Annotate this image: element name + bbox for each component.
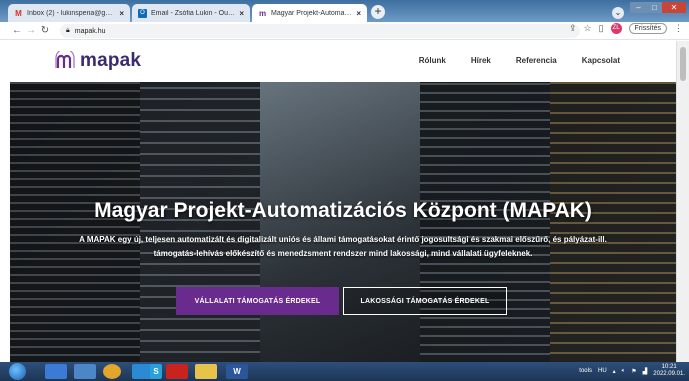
taskbar-app-s[interactable]: S xyxy=(150,364,162,379)
tab-label: Magyar Projekt-Automatizációs xyxy=(271,9,352,17)
chevron-up-icon[interactable]: ▴ xyxy=(613,368,616,375)
close-window-icon[interactable]: ✕ xyxy=(662,2,686,13)
taskbar-app-media[interactable] xyxy=(45,364,67,379)
site-header: mapak Rólunk Hírek Referencia Kapcsolat xyxy=(0,41,676,82)
nav-item-kapcsolat[interactable]: Kapcsolat xyxy=(582,56,620,65)
reload-icon[interactable]: ↻ xyxy=(38,25,52,36)
outlook-icon: O xyxy=(138,8,147,18)
minimize-icon[interactable]: – xyxy=(630,2,647,13)
hero-title: Magyar Projekt-Automatizációs Központ (M… xyxy=(94,199,592,222)
taskbar-app-word[interactable]: W xyxy=(226,364,248,379)
new-tab-button[interactable]: + xyxy=(371,5,385,19)
forward-icon[interactable]: → xyxy=(24,25,38,36)
network-icon[interactable]: ▟ xyxy=(643,368,648,375)
close-icon[interactable]: × xyxy=(239,9,244,18)
nav-item-referencia[interactable]: Referencia xyxy=(516,56,557,65)
maximize-icon[interactable]: □ xyxy=(647,2,662,13)
mapak-icon: m xyxy=(258,8,267,18)
browser-toolbar: ← → ↻ 🔒︎ mapak.hu ⇪ ☆ ▯ ZL Frissítés ⋮ xyxy=(0,22,689,40)
system-tray: tools HU ▴ 🔈︎ ⚑ ▟ 10:21 2022.09.01. xyxy=(579,364,685,378)
bookmark-star-icon[interactable]: ☆ xyxy=(584,23,592,34)
avatar[interactable]: ZL xyxy=(610,23,622,34)
tab-mapak[interactable]: m Magyar Projekt-Automatizációs × xyxy=(252,4,367,22)
nav-item-hirek[interactable]: Hírek xyxy=(471,56,491,65)
clock[interactable]: 10:21 2022.09.01. xyxy=(653,364,685,378)
mapak-logo-icon xyxy=(55,51,75,68)
residential-support-button[interactable]: LAKOSSÁGI TÁMOGATÁS ÉRDEKEL xyxy=(343,287,507,315)
main-nav: Rólunk Hírek Referencia Kapcsolat xyxy=(419,56,620,65)
taskbar-app-explorer[interactable] xyxy=(74,364,96,379)
back-icon[interactable]: ← xyxy=(10,25,24,36)
tab-search-icon[interactable]: ⌄ xyxy=(612,7,624,19)
clock-date: 2022.09.01. xyxy=(653,371,685,377)
site-logo[interactable]: mapak xyxy=(55,50,141,72)
tab-label: Email - Zsófia Lukin - Outlook xyxy=(151,9,236,17)
business-support-button[interactable]: VÁLLALATI TÁMOGATÁS ÉRDEKEL xyxy=(176,287,339,315)
tab-label: Inbox (2) - lukinsperia@gmail.co xyxy=(27,9,116,17)
clock-time: 10:21 xyxy=(661,364,677,370)
nav-item-rolunk[interactable]: Rólunk xyxy=(419,56,446,65)
taskbar-app-acrobat[interactable] xyxy=(166,364,188,379)
tab-gmail[interactable]: M Inbox (2) - lukinsperia@gmail.co × xyxy=(8,4,130,22)
hero-section: Magyar Projekt-Automatizációs Központ (M… xyxy=(10,82,676,362)
toolbar-actions: ⇪ ☆ ▯ ZL Frissítés ⋮ xyxy=(569,23,683,34)
hero-description: A MAPAK egy új, teljesen automatizált és… xyxy=(79,235,607,258)
start-button[interactable] xyxy=(9,363,26,380)
close-icon[interactable]: × xyxy=(119,9,124,18)
language-indicator[interactable]: HU xyxy=(598,368,607,374)
windows-taskbar: S W tools HU ▴ 🔈︎ ⚑ ▟ 10:21 2022.09.01. xyxy=(0,362,689,381)
close-icon[interactable]: × xyxy=(356,9,361,18)
flag-icon[interactable]: ⚑ xyxy=(631,368,636,375)
page-scrollbar[interactable] xyxy=(676,41,689,362)
taskbar-app-folder[interactable] xyxy=(195,364,217,379)
scrollbar-thumb[interactable] xyxy=(680,47,686,81)
menu-kebab-icon[interactable]: ⋮ xyxy=(674,23,683,34)
address-text: mapak.hu xyxy=(74,27,106,35)
gmail-icon: M xyxy=(15,8,22,18)
lock-icon: 🔒︎ xyxy=(66,27,70,34)
logo-text: mapak xyxy=(80,50,142,71)
side-panel-icon[interactable]: ▯ xyxy=(599,23,604,34)
share-icon[interactable]: ⇪ xyxy=(569,23,577,34)
taskbar-app-chrome[interactable] xyxy=(103,364,121,379)
tab-outlook[interactable]: O Email - Zsófia Lukin - Outlook × xyxy=(132,4,250,22)
browser-tab-strip: M Inbox (2) - lukinsperia@gmail.co × O E… xyxy=(0,0,689,22)
update-button[interactable]: Frissítés xyxy=(628,23,667,34)
volume-icon[interactable]: 🔈︎ xyxy=(622,368,626,375)
address-bar[interactable]: 🔒︎ mapak.hu xyxy=(60,24,580,38)
tray-tools[interactable]: tools xyxy=(579,368,592,374)
